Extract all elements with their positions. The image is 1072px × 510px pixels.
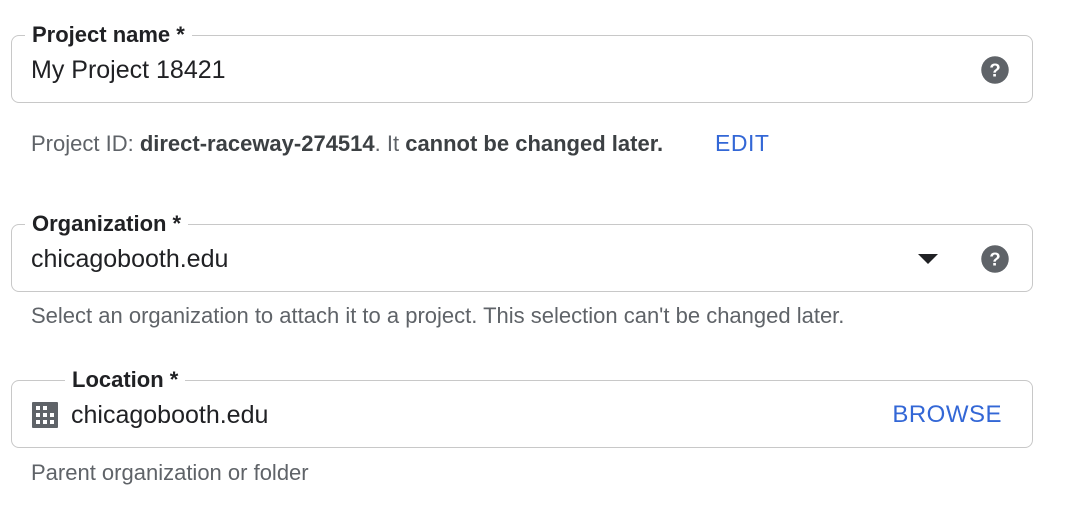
organization-label: Organization * [25,210,189,238]
project-name-field[interactable]: Project name * My Project 18421 ? [11,21,1033,103]
location-field[interactable]: Location * chicagobooth.edu BROWSE [11,366,1033,448]
organization-select[interactable]: chicagobooth.edu [31,243,228,275]
building-icon [32,402,58,428]
project-id-warning: cannot be changed later. [405,131,664,156]
organization-field[interactable]: Organization * chicagobooth.edu ? [11,210,1033,292]
project-id-prefix: Project ID: [31,131,140,156]
project-id-helper: Project ID: direct-raceway-274514. It ca… [31,130,663,158]
browse-button[interactable]: BROWSE [892,400,1002,430]
svg-text:?: ? [989,59,1000,80]
location-value: chicagobooth.edu [71,401,269,429]
location-helper: Parent organization or folder [31,460,309,485]
project-name-input[interactable]: My Project 18421 [31,54,226,86]
organization-helper: Select an organization to attach it to a… [31,303,845,328]
project-id-value: direct-raceway-274514 [139,131,375,156]
help-icon[interactable]: ? [980,55,1010,85]
svg-text:?: ? [989,248,1000,269]
arrow-drop-down-icon[interactable] [917,252,939,266]
project-name-label: Project name * [25,21,192,49]
location-label: Location * [65,366,186,394]
project-id-middle: . It [374,131,406,156]
edit-project-id-button[interactable]: EDIT [715,129,769,157]
help-icon[interactable]: ? [980,244,1010,274]
